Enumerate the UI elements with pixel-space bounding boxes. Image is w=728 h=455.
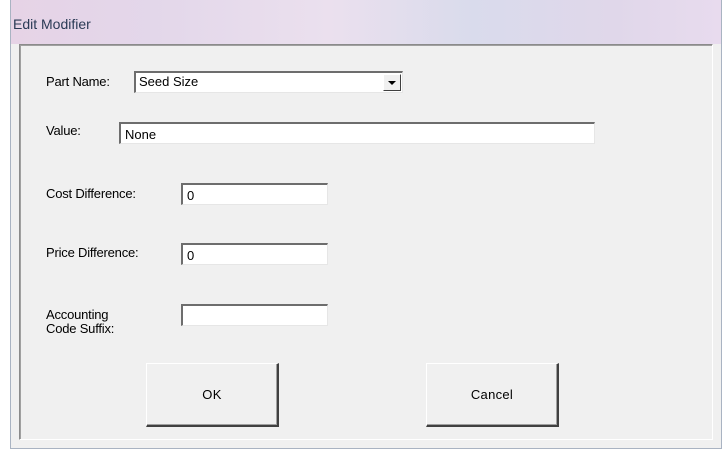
dialog-content: Part Name: Seed Size Value: None Cost Di… [19, 44, 713, 440]
accounting-code-suffix-field[interactable] [181, 304, 328, 326]
part-name-label: Part Name: [46, 74, 110, 89]
cancel-button[interactable]: Cancel [426, 363, 559, 427]
window-title: Edit Modifier [13, 16, 91, 32]
edit-modifier-dialog: Edit Modifier Part Name: Seed Size Value… [10, 0, 722, 449]
title-bar[interactable]: Edit Modifier [11, 0, 721, 44]
value-label: Value: [46, 123, 81, 138]
value-field[interactable]: None [119, 122, 595, 144]
ok-button[interactable]: OK [146, 363, 279, 427]
price-difference-field[interactable]: 0 [181, 243, 328, 265]
accounting-code-label-line1: Accounting [46, 307, 109, 322]
chevron-down-icon[interactable] [383, 74, 401, 91]
part-name-selected-value: Seed Size [139, 74, 199, 89]
cost-difference-label: Cost Difference: [46, 186, 136, 201]
part-name-dropdown[interactable]: Seed Size [134, 71, 403, 93]
accounting-code-label-line2: Code Suffix: [46, 321, 115, 336]
cost-difference-field[interactable]: 0 [181, 183, 328, 205]
price-difference-label: Price Difference: [46, 245, 139, 260]
